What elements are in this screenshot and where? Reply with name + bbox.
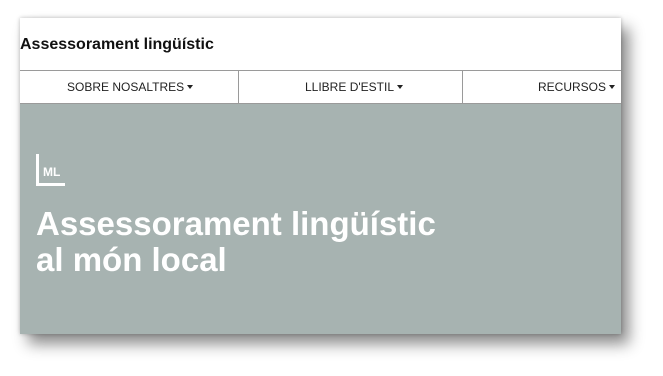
hero-title-line-1: Assessorament lingüístic	[36, 205, 436, 242]
caret-down-icon	[609, 85, 616, 89]
browser-page: Assessorament lingüístic SOBRE NOSALTRES…	[20, 18, 621, 334]
site-header: Assessorament lingüístic	[20, 18, 621, 70]
hero-banner: ML Assessorament lingüístic al món local	[20, 104, 621, 334]
nav-item-label: LLIBRE D'ESTIL	[305, 80, 394, 94]
nav-item-label: SOBRE NOSALTRES	[67, 80, 185, 94]
nav-item-label: RECURSOS	[538, 80, 607, 94]
main-nav: SOBRE NOSALTRES LLIBRE D'ESTIL RECURSOS	[20, 70, 621, 104]
nav-item-recursos[interactable]: RECURSOS	[538, 71, 616, 103]
hero-title: Assessorament lingüístic al món local	[36, 206, 436, 278]
nav-divider	[462, 71, 463, 103]
hero-title-line-2: al món local	[36, 241, 227, 278]
screenshot-canvas: Assessorament lingüístic SOBRE NOSALTRES…	[0, 0, 663, 376]
caret-down-icon	[397, 85, 403, 89]
nav-item-sobre-nosaltres[interactable]: SOBRE NOSALTRES	[67, 71, 194, 103]
nav-divider	[238, 71, 239, 103]
site-title[interactable]: Assessorament lingüístic	[20, 36, 214, 54]
nav-item-llibre-destil[interactable]: LLIBRE D'ESTIL	[305, 71, 403, 103]
logo-text: ML	[43, 165, 60, 179]
ml-logo[interactable]: ML	[36, 154, 66, 186]
caret-down-icon	[187, 85, 194, 89]
